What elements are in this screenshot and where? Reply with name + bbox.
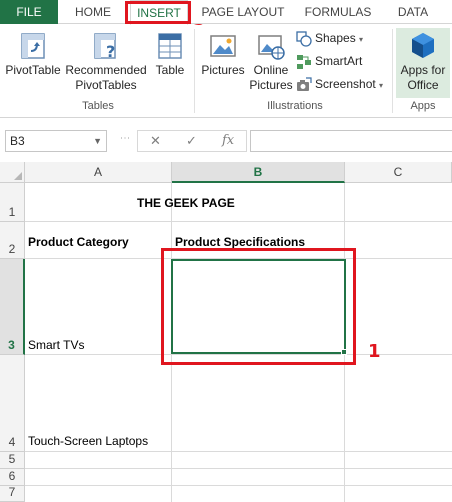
name-box[interactable]: B3 ▼	[5, 130, 107, 152]
insert-tab-highlight	[125, 1, 191, 24]
tab-file[interactable]: FILE	[0, 0, 58, 24]
row-header-6[interactable]: 6	[0, 469, 25, 486]
column-header-b[interactable]: B	[172, 162, 345, 183]
shapes-label: Shapes	[315, 31, 356, 46]
group-divider	[194, 29, 195, 113]
formula-bar-splitter[interactable]: ⋮	[119, 133, 130, 142]
tab-page-layout[interactable]: PAGE LAYOUT	[200, 0, 286, 24]
apps-line-1: Apps for	[400, 63, 446, 77]
gridline	[25, 485, 452, 486]
online-pictures-line-1: Online	[253, 63, 289, 77]
cell-a4[interactable]: Touch-Screen Laptops	[28, 434, 148, 448]
formula-bar: B3 ▼ ⋮ ✕ ✓ fx	[0, 124, 452, 158]
ribbon-insert-panel: PivotTable ? Recommended PivotTables Tab…	[0, 25, 452, 118]
screenshot-button[interactable]: Screenshot ▾	[296, 77, 383, 93]
sheet-title: THE GEEK PAGE	[137, 196, 235, 210]
shapes-dropdown-icon: ▾	[359, 35, 364, 45]
cancel-icon[interactable]: ✕	[150, 133, 161, 149]
online-pictures-line-2: Pictures	[249, 78, 293, 92]
cell-b3-highlight	[161, 248, 356, 365]
table-icon	[158, 33, 182, 59]
step-1-marker: 1	[368, 341, 381, 362]
smartart-icon	[297, 55, 311, 69]
ribbon-tab-bar: FILE HOME INSERT PAGE LAYOUT FORMULAS DA…	[0, 0, 452, 25]
gridline	[25, 451, 452, 452]
cell-a3[interactable]: Smart TVs	[28, 338, 84, 352]
row-header-4[interactable]: 4	[0, 355, 25, 452]
apps-line-2: Office	[407, 78, 439, 92]
row-header-5[interactable]: 5	[0, 452, 25, 469]
tables-group-label: Tables	[82, 100, 114, 112]
cell-a2[interactable]: Product Category	[28, 235, 129, 249]
row-header-1[interactable]: 1	[0, 183, 25, 222]
screenshot-label: Screenshot	[315, 77, 376, 92]
cell-b2[interactable]: Product Specifications	[175, 235, 305, 249]
group-divider	[392, 29, 393, 113]
apps-group-label: Apps	[410, 100, 436, 112]
row-header-2[interactable]: 2	[0, 222, 25, 259]
insert-function-icon[interactable]: fx	[222, 133, 234, 148]
pictures-button[interactable]: Pictures	[198, 31, 248, 78]
svg-text:?: ?	[106, 42, 115, 61]
enter-icon[interactable]: ✓	[186, 133, 197, 149]
tab-data[interactable]: DATA	[390, 0, 436, 24]
screenshot-icon	[297, 77, 312, 91]
online-pictures-icon	[258, 35, 285, 60]
illustrations-group-label: Illustrations	[267, 100, 323, 112]
column-header-a[interactable]: A	[25, 162, 172, 183]
pictures-label: Pictures	[201, 63, 245, 77]
pivot-table-button[interactable]: PivotTable	[4, 31, 62, 78]
smartart-label: SmartArt	[315, 54, 363, 69]
formula-input[interactable]	[250, 130, 452, 152]
select-all-corner[interactable]	[0, 162, 25, 183]
recommended-pivottables-icon: ?	[94, 33, 116, 61]
apps-for-office-button[interactable]: Apps for Office	[396, 28, 450, 98]
table-button[interactable]: Table	[150, 31, 190, 78]
apps-for-office-icon	[412, 33, 434, 58]
table-label: Table	[155, 63, 185, 77]
recommended-line-2: PivotTables	[75, 78, 137, 92]
recommended-line-1: Recommended	[65, 63, 147, 77]
recommended-pivottables-button[interactable]: ? Recommended PivotTables	[64, 31, 148, 93]
tab-home[interactable]: HOME	[68, 0, 118, 24]
row-header-3[interactable]: 3	[0, 259, 25, 355]
pivot-table-label: PivotTable	[5, 63, 61, 77]
tab-formulas[interactable]: FORMULAS	[300, 0, 376, 24]
pictures-icon	[210, 35, 236, 57]
smartart-button[interactable]: SmartArt	[296, 54, 362, 70]
online-pictures-button[interactable]: Online Pictures	[248, 31, 294, 93]
row-header-7[interactable]: 7	[0, 485, 25, 502]
name-box-dropdown-icon[interactable]: ▼	[93, 131, 102, 151]
name-box-value: B3	[10, 134, 25, 148]
shapes-button[interactable]: Shapes ▾	[296, 31, 363, 47]
gridline	[25, 221, 452, 222]
pivot-table-icon	[21, 33, 45, 59]
column-header-c[interactable]: C	[345, 162, 452, 183]
shapes-icon	[296, 31, 312, 47]
screenshot-dropdown-icon: ▾	[379, 81, 384, 91]
gridline	[25, 468, 452, 469]
formula-buttons: ✕ ✓ fx	[137, 130, 247, 152]
